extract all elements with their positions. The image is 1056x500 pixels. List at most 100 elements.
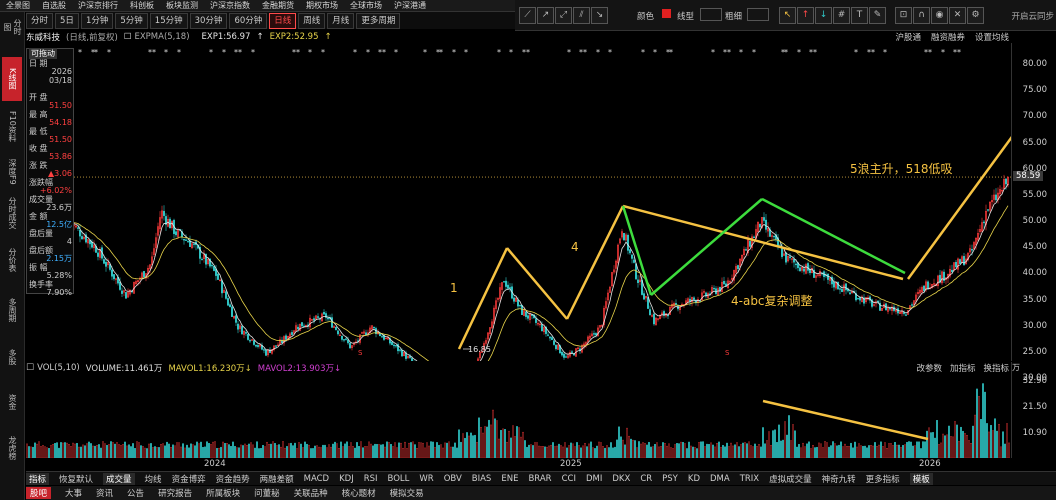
indicator-tab[interactable]: BOLL — [388, 474, 410, 484]
top-menu-item[interactable]: 全景图 — [6, 0, 30, 11]
sidebar-item[interactable]: 分时图 — [2, 16, 22, 38]
volume-title[interactable]: VOL(5,10) — [37, 363, 80, 373]
indicator-tab[interactable]: 恢复默认 — [59, 473, 93, 485]
period-button[interactable]: 15分钟 — [149, 12, 188, 29]
indicator-tab[interactable]: 神奇九转 — [822, 473, 856, 485]
indicator-tab[interactable]: CR — [640, 474, 652, 484]
indicator-tab[interactable]: 虚拟成交量 — [769, 473, 812, 485]
indicator-tab[interactable]: CCI — [562, 474, 576, 484]
indicator-tab[interactable]: 模板 — [909, 472, 933, 485]
bottom-tab[interactable]: 模拟交易 — [390, 487, 424, 499]
indicator-tab[interactable]: OBV — [444, 474, 462, 484]
bottom-tab[interactable]: 所属板块 — [206, 487, 240, 499]
indicator-tab[interactable]: BRAR — [528, 474, 551, 484]
bottom-tab[interactable]: 问董秘 — [254, 487, 280, 499]
sidebar-item[interactable]: 分时成交 — [2, 195, 22, 231]
header-link[interactable]: 设置均线 — [975, 31, 1009, 43]
sidebar-item[interactable]: 资金 — [2, 384, 22, 420]
text-icon[interactable]: T — [851, 7, 868, 24]
lock-icon[interactable]: ⊡ — [895, 7, 912, 24]
line-tool-icon[interactable]: ⟋ — [519, 7, 536, 24]
period-button[interactable]: 30分钟 — [189, 12, 228, 29]
indicator-tab[interactable]: 更多指标 — [866, 473, 900, 485]
indicator-tab[interactable]: TRIX — [740, 474, 759, 484]
segment-tool-icon[interactable]: ⤢ — [555, 7, 572, 24]
indicator-tab[interactable]: KDJ — [339, 474, 354, 484]
volume-link[interactable]: 加指标 — [950, 362, 976, 374]
arrow-tool-icon[interactable]: ↘ — [591, 7, 608, 24]
header-link[interactable]: 沪股通 — [895, 31, 921, 43]
sidebar-item[interactable]: 分价表 — [2, 242, 22, 278]
sidebar-item[interactable]: 深度F9 — [2, 154, 22, 190]
indicator-tab[interactable]: MACD — [304, 474, 329, 484]
bottom-tab[interactable]: 公告 — [127, 487, 144, 499]
indicator-tab[interactable]: WR — [419, 474, 433, 484]
top-menu-item[interactable]: 自选股 — [42, 0, 66, 11]
indicator-tab[interactable]: 两融差额 — [260, 473, 294, 485]
indicator-tab[interactable]: DMI — [586, 474, 602, 484]
note-icon[interactable]: ✎ — [869, 7, 886, 24]
indicator-tab[interactable]: KD — [688, 474, 700, 484]
indicator-name[interactable]: ☐ EXPMA(5,18) — [124, 32, 196, 42]
candles[interactable] — [69, 174, 1009, 361]
indicator-tab[interactable]: ENE — [501, 474, 518, 484]
period-button[interactable]: 5日 — [55, 12, 79, 29]
top-menu-item[interactable]: 科创板 — [130, 0, 154, 11]
sidebar-item[interactable]: F10资料 — [2, 108, 22, 144]
period-button[interactable]: 5分钟 — [115, 12, 148, 29]
indicator-tab[interactable]: BIAS — [472, 474, 492, 484]
buy-mark-icon[interactable]: ↑ — [797, 7, 814, 24]
magnet-icon[interactable]: ∩ — [913, 7, 930, 24]
sidebar-item[interactable]: K线图 — [2, 57, 22, 101]
top-menu-item[interactable]: 沪深京排行 — [78, 0, 118, 11]
period-button[interactable]: 60分钟 — [229, 12, 268, 29]
bottom-tab[interactable]: 资讯 — [96, 487, 113, 499]
indicator-tab[interactable]: DKX — [612, 474, 630, 484]
cloud-sync-button[interactable]: 开启云同步 — [1011, 10, 1054, 22]
top-menu-item[interactable]: 金融期货 — [262, 0, 294, 11]
bottom-tab[interactable]: 大事 — [65, 487, 82, 499]
period-button[interactable]: 日线 — [269, 12, 297, 29]
eye-icon[interactable]: ◉ — [931, 7, 948, 24]
volume-chart[interactable] — [26, 374, 1011, 458]
candlestick-chart[interactable]: * * * * * * * * * * * * * * * * * * * * * * * * * * * * * * * * * * * * * * * *… — [26, 43, 1011, 361]
top-menu-item[interactable]: 期权市场 — [306, 0, 338, 11]
line-type-select[interactable] — [700, 8, 722, 21]
top-menu-item[interactable]: 全球市场 — [350, 0, 382, 11]
sell-mark-icon[interactable]: ↓ — [815, 7, 832, 24]
period-button[interactable]: 月线 — [327, 12, 355, 29]
volume-link[interactable]: 换指标 — [983, 362, 1009, 374]
header-link[interactable]: 融资融券 — [931, 31, 965, 43]
indicator-tab[interactable]: 成交量 — [103, 472, 135, 485]
info-panel[interactable]: 可拖动 日 期 2026 03/18 开 盘 51.50 最 高 54.18 最 低 51.50… — [26, 48, 74, 297]
number-icon[interactable]: # — [833, 7, 850, 24]
top-menu-item[interactable]: 沪深港通 — [394, 0, 426, 11]
parallel-tool-icon[interactable]: ⫽ — [573, 7, 590, 24]
period-button[interactable]: 1分钟 — [80, 12, 114, 29]
indicator-tab[interactable]: DMA — [710, 474, 730, 484]
stock-name[interactable]: 东威科技 — [26, 31, 60, 43]
sidebar-item[interactable]: 龙虎榜 — [2, 430, 22, 466]
sidebar-item[interactable]: 多股 — [2, 344, 22, 370]
bottom-tab[interactable]: 核心题材 — [342, 487, 376, 499]
indicator-tab[interactable]: RSI — [364, 474, 378, 484]
bottom-tab[interactable]: 关联品种 — [294, 487, 328, 499]
indicator-tab[interactable]: 指标 — [26, 472, 50, 485]
delete-icon[interactable]: ✕ — [949, 7, 966, 24]
period-button[interactable]: 更多周期 — [356, 12, 401, 29]
period-button[interactable]: 分时 — [26, 12, 54, 29]
settings-icon[interactable]: ⚙ — [967, 7, 984, 24]
cursor-icon[interactable]: ↖ — [779, 7, 796, 24]
color-swatch[interactable] — [662, 9, 671, 18]
event-markers[interactable]: * * * * * * * * * * * * * * * * * * * * * * * * * * * * * * * * * * * * * * * *… — [66, 48, 961, 57]
drag-hint[interactable]: 可拖动 — [29, 48, 57, 59]
sidebar-item[interactable]: 多周期 — [2, 288, 22, 332]
top-menu-item[interactable]: 板块监测 — [166, 0, 198, 11]
volume-link[interactable]: 改参数 — [916, 362, 942, 374]
indicator-tab[interactable]: 均线 — [145, 473, 162, 485]
top-menu-item[interactable]: 沪深京指数 — [210, 0, 250, 11]
thickness-select[interactable] — [747, 8, 769, 21]
indicator-tab[interactable]: 资金趋势 — [216, 473, 250, 485]
indicator-tab[interactable]: 资金博弈 — [172, 473, 206, 485]
indicator-tab[interactable]: PSY — [662, 474, 678, 484]
